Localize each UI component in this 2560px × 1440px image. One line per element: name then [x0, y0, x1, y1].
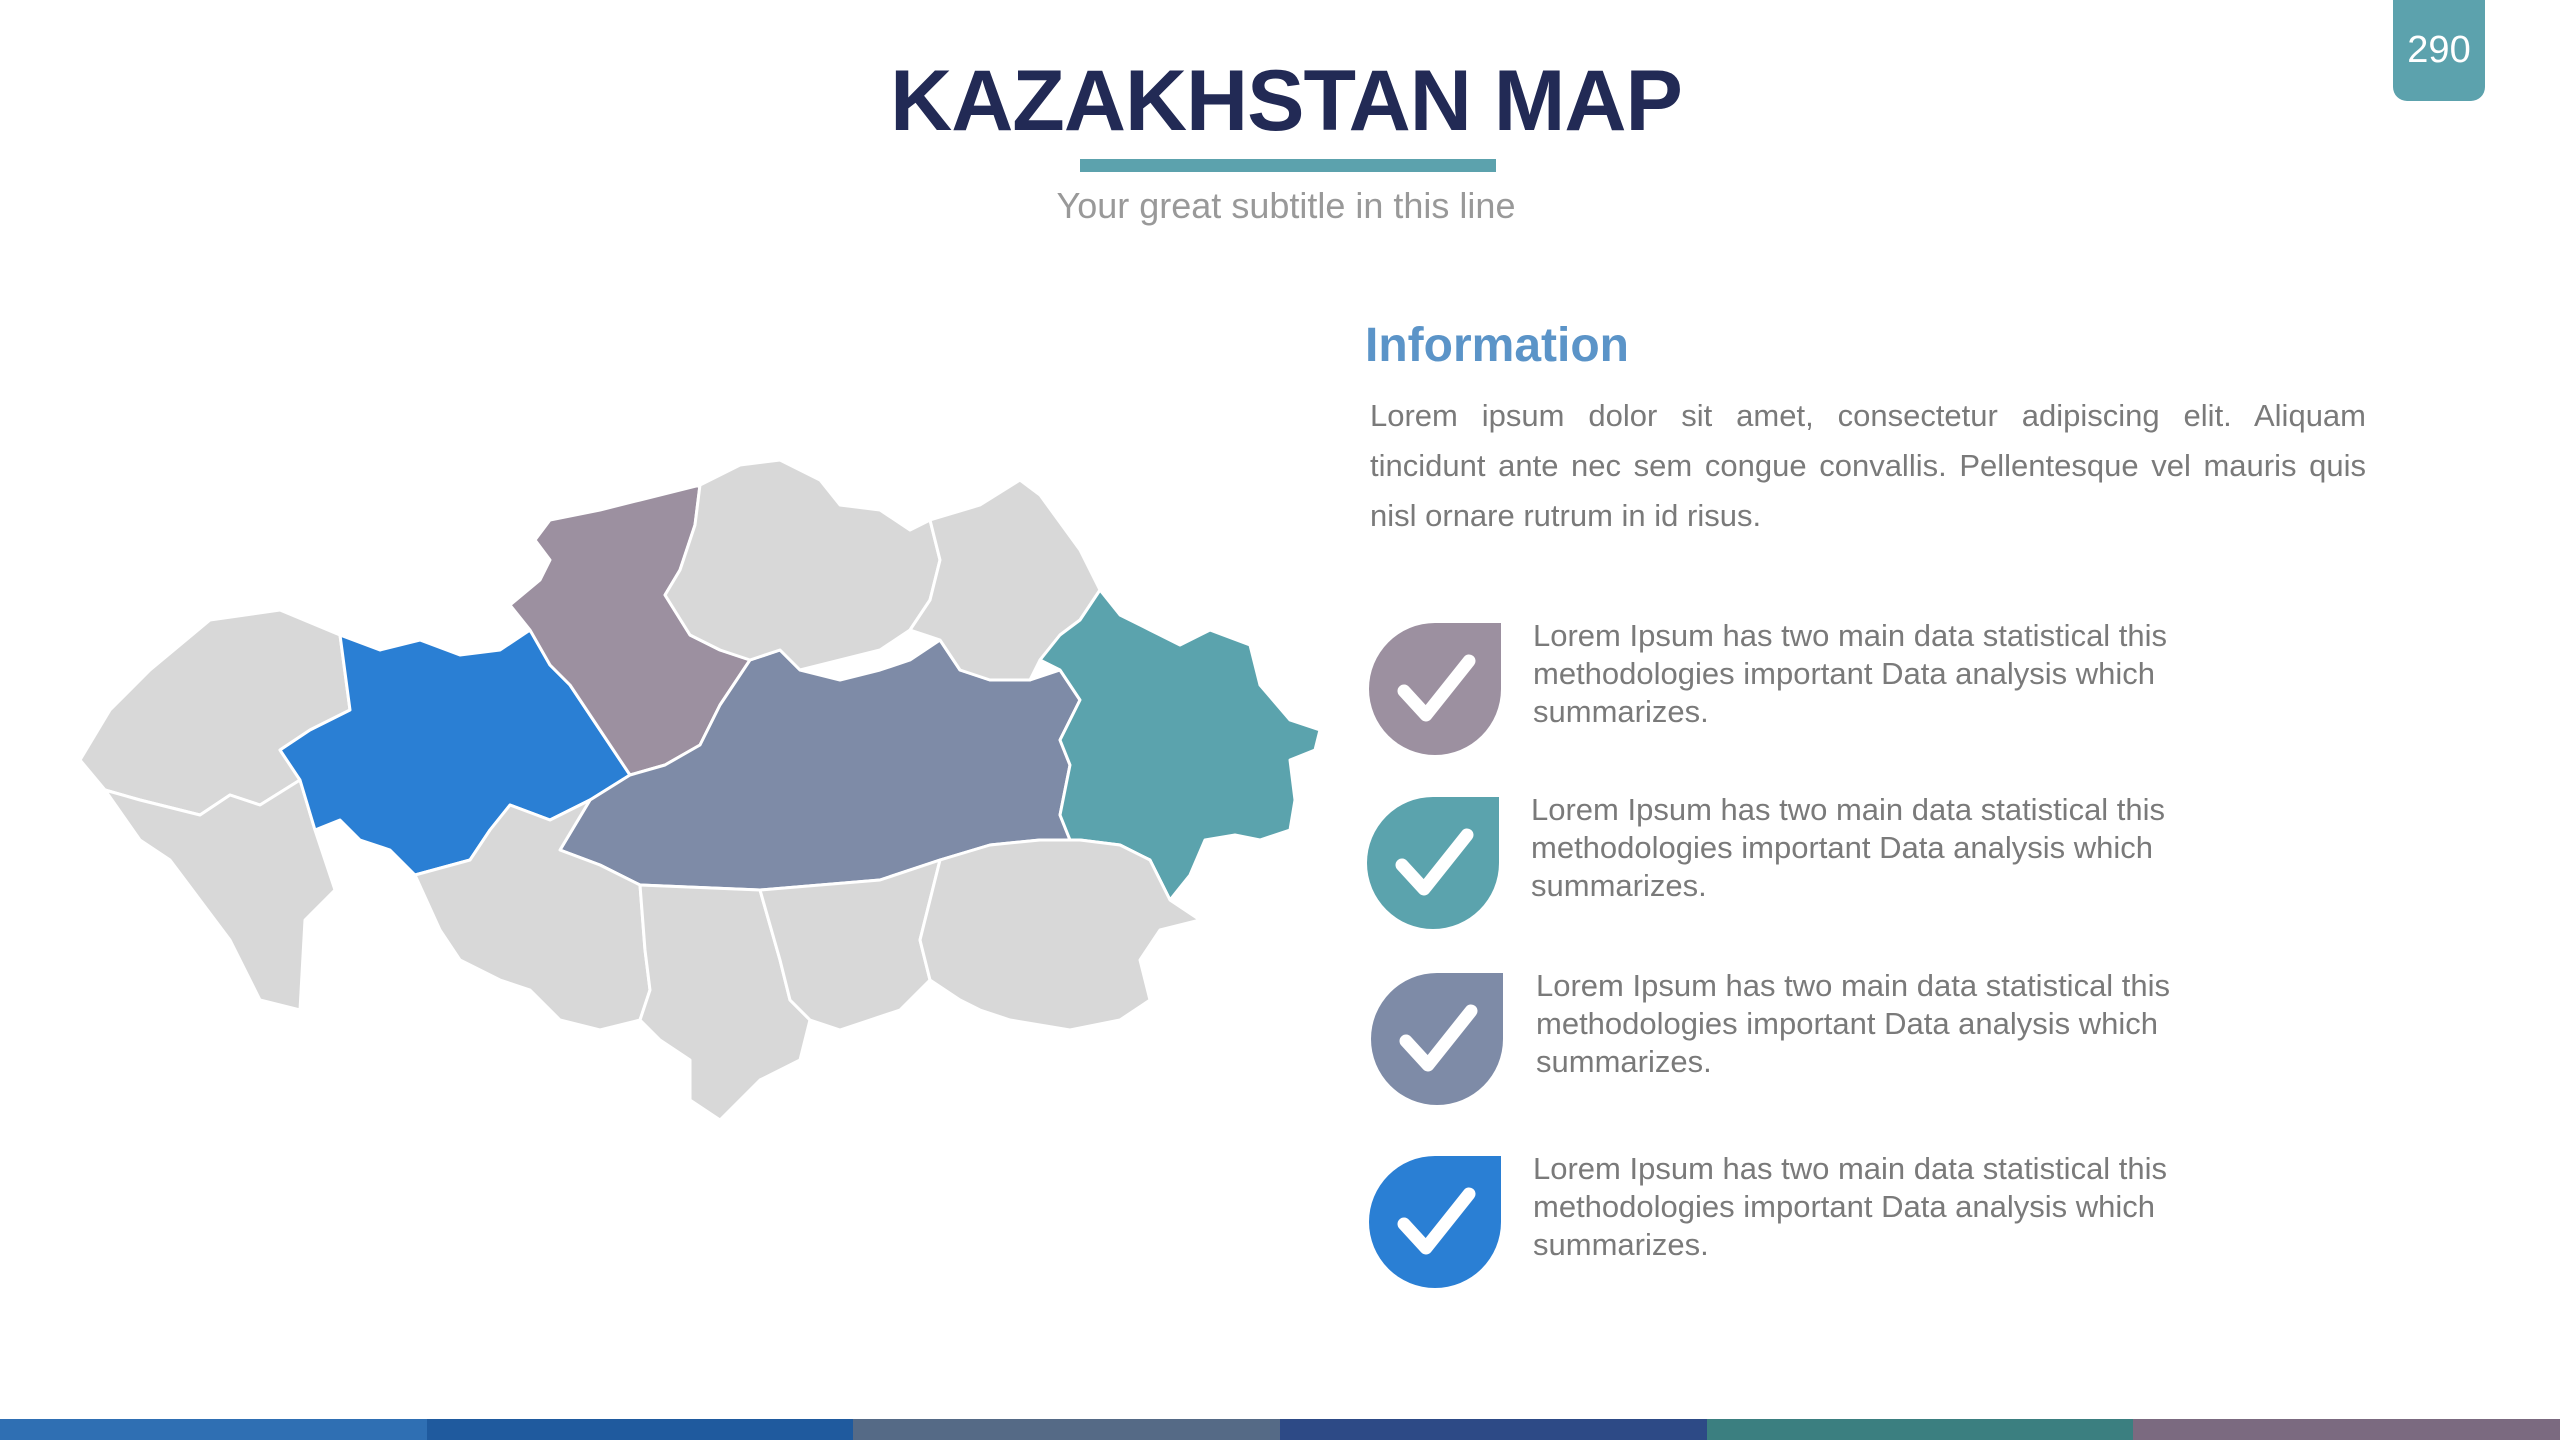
- bottom-bar-segment: [2133, 1419, 2560, 1440]
- title-underline: [1080, 159, 1496, 172]
- checklist-item-text: Lorem Ipsum has two main data statistica…: [1533, 618, 2168, 729]
- bottom-bar-segment: [1706, 1419, 2134, 1440]
- information-heading: Information: [1365, 319, 1629, 372]
- kazakhstan-map: [80, 458, 1322, 1120]
- checklist-item-text: Lorem Ipsum has two main data statistica…: [1531, 792, 2166, 903]
- check-icon: [1369, 623, 1501, 755]
- map-region-north[interactable]: [663, 458, 942, 672]
- check-icon: [1369, 1156, 1501, 1288]
- bottom-bar-segment: [1280, 1419, 1707, 1440]
- bottom-bar-segment: [426, 1419, 854, 1440]
- check-icon: [1371, 973, 1503, 1105]
- page-subtitle: Your great subtitle in this line: [1056, 185, 1516, 226]
- bottom-bar-segment: [0, 1419, 427, 1440]
- checklist-item-text: Lorem Ipsum has two main data statistica…: [1533, 1151, 2168, 1262]
- bottom-color-bar: [0, 1419, 2560, 1440]
- information-body: Lorem ipsum dolor sit amet, consectetur …: [1370, 398, 2366, 533]
- checklist-item-text: Lorem Ipsum has two main data statistica…: [1536, 968, 2171, 1079]
- check-icon: [1367, 797, 1499, 929]
- bottom-bar-segment: [853, 1419, 1281, 1440]
- map-region-southwest[interactable]: [103, 778, 337, 1012]
- page-title: KAZAKHSTAN MAP: [890, 53, 1683, 149]
